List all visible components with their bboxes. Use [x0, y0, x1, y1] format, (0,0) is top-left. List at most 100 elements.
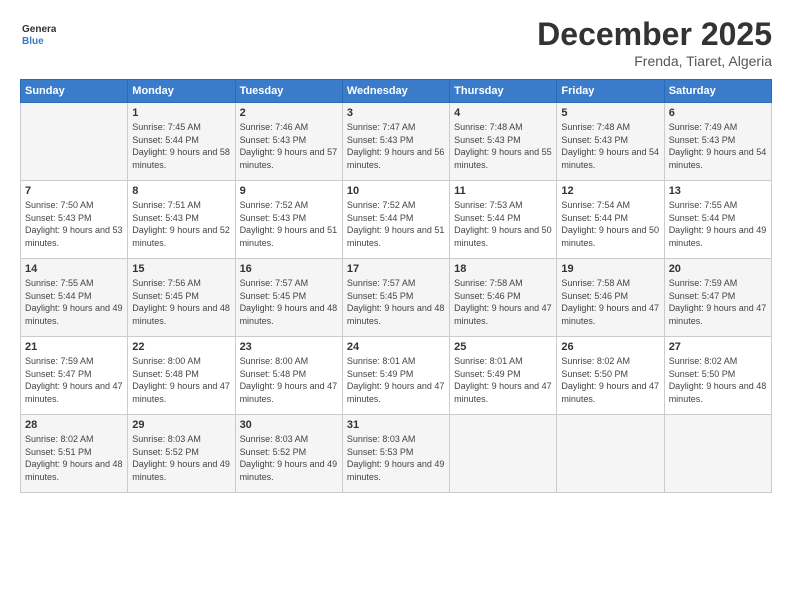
- calendar-cell: [21, 103, 128, 181]
- title-block: December 2025 Frenda, Tiaret, Algeria: [537, 16, 772, 69]
- sunrise: Sunrise: 8:02 AM: [561, 356, 630, 366]
- sunset: Sunset: 5:44 PM: [561, 213, 628, 223]
- sunset: Sunset: 5:47 PM: [669, 291, 736, 301]
- daylight: Daylight: 9 hours and 48 minutes.: [347, 303, 445, 326]
- cell-content: Sunrise: 8:00 AM Sunset: 5:48 PM Dayligh…: [132, 355, 230, 405]
- sunrise: Sunrise: 8:02 AM: [25, 434, 94, 444]
- day-number: 15: [132, 263, 230, 275]
- calendar-body: 1 Sunrise: 7:45 AM Sunset: 5:44 PM Dayli…: [21, 103, 772, 493]
- calendar-cell: 11 Sunrise: 7:53 AM Sunset: 5:44 PM Dayl…: [450, 181, 557, 259]
- sunset: Sunset: 5:43 PM: [240, 135, 307, 145]
- calendar-cell: 30 Sunrise: 8:03 AM Sunset: 5:52 PM Dayl…: [235, 415, 342, 493]
- day-number: 7: [25, 185, 123, 197]
- calendar-cell: 16 Sunrise: 7:57 AM Sunset: 5:45 PM Dayl…: [235, 259, 342, 337]
- sunrise: Sunrise: 8:00 AM: [132, 356, 201, 366]
- cell-content: Sunrise: 7:59 AM Sunset: 5:47 PM Dayligh…: [669, 277, 767, 327]
- daylight: Daylight: 9 hours and 47 minutes.: [454, 381, 552, 404]
- daylight: Daylight: 9 hours and 49 minutes.: [25, 303, 123, 326]
- daylight: Daylight: 9 hours and 47 minutes.: [347, 381, 445, 404]
- sunrise: Sunrise: 7:59 AM: [25, 356, 94, 366]
- page-container: General Blue December 2025 Frenda, Tiare…: [0, 0, 792, 612]
- daylight: Daylight: 9 hours and 54 minutes.: [669, 147, 767, 170]
- sunset: Sunset: 5:44 PM: [25, 291, 92, 301]
- calendar-cell: [557, 415, 664, 493]
- calendar-week-row: 14 Sunrise: 7:55 AM Sunset: 5:44 PM Dayl…: [21, 259, 772, 337]
- calendar-cell: 26 Sunrise: 8:02 AM Sunset: 5:50 PM Dayl…: [557, 337, 664, 415]
- sunrise: Sunrise: 8:01 AM: [347, 356, 416, 366]
- calendar-cell: 24 Sunrise: 8:01 AM Sunset: 5:49 PM Dayl…: [342, 337, 449, 415]
- day-number: 29: [132, 419, 230, 431]
- svg-text:Blue: Blue: [22, 36, 44, 47]
- daylight: Daylight: 9 hours and 48 minutes.: [25, 459, 123, 482]
- day-number: 30: [240, 419, 338, 431]
- sunrise: Sunrise: 8:02 AM: [669, 356, 738, 366]
- svg-text:General: General: [22, 24, 56, 35]
- sunrise: Sunrise: 7:45 AM: [132, 122, 201, 132]
- sunset: Sunset: 5:43 PM: [25, 213, 92, 223]
- cell-content: Sunrise: 7:45 AM Sunset: 5:44 PM Dayligh…: [132, 121, 230, 171]
- cell-content: Sunrise: 7:59 AM Sunset: 5:47 PM Dayligh…: [25, 355, 123, 405]
- calendar-cell: 14 Sunrise: 7:55 AM Sunset: 5:44 PM Dayl…: [21, 259, 128, 337]
- sunrise: Sunrise: 7:47 AM: [347, 122, 416, 132]
- sunset: Sunset: 5:44 PM: [454, 213, 521, 223]
- calendar-cell: 4 Sunrise: 7:48 AM Sunset: 5:43 PM Dayli…: [450, 103, 557, 181]
- day-number: 2: [240, 107, 338, 119]
- calendar-cell: 9 Sunrise: 7:52 AM Sunset: 5:43 PM Dayli…: [235, 181, 342, 259]
- day-number: 27: [669, 341, 767, 353]
- day-number: 13: [669, 185, 767, 197]
- day-number: 17: [347, 263, 445, 275]
- calendar-cell: 28 Sunrise: 8:02 AM Sunset: 5:51 PM Dayl…: [21, 415, 128, 493]
- sunrise: Sunrise: 7:58 AM: [454, 278, 523, 288]
- daylight: Daylight: 9 hours and 50 minutes.: [561, 225, 659, 248]
- sunrise: Sunrise: 8:03 AM: [132, 434, 201, 444]
- weekday-header: Friday: [557, 80, 664, 103]
- sunset: Sunset: 5:44 PM: [132, 135, 199, 145]
- cell-content: Sunrise: 7:50 AM Sunset: 5:43 PM Dayligh…: [25, 199, 123, 249]
- daylight: Daylight: 9 hours and 48 minutes.: [240, 303, 338, 326]
- sunset: Sunset: 5:50 PM: [561, 369, 628, 379]
- sunrise: Sunrise: 7:56 AM: [132, 278, 201, 288]
- calendar-cell: 20 Sunrise: 7:59 AM Sunset: 5:47 PM Dayl…: [664, 259, 771, 337]
- calendar-cell: 8 Sunrise: 7:51 AM Sunset: 5:43 PM Dayli…: [128, 181, 235, 259]
- sunset: Sunset: 5:46 PM: [454, 291, 521, 301]
- month-title: December 2025: [537, 16, 772, 53]
- day-number: 6: [669, 107, 767, 119]
- daylight: Daylight: 9 hours and 47 minutes.: [561, 303, 659, 326]
- calendar-cell: 31 Sunrise: 8:03 AM Sunset: 5:53 PM Dayl…: [342, 415, 449, 493]
- cell-content: Sunrise: 8:03 AM Sunset: 5:52 PM Dayligh…: [240, 433, 338, 483]
- calendar-cell: 27 Sunrise: 8:02 AM Sunset: 5:50 PM Dayl…: [664, 337, 771, 415]
- day-number: 11: [454, 185, 552, 197]
- daylight: Daylight: 9 hours and 49 minutes.: [347, 459, 445, 482]
- calendar-cell: 2 Sunrise: 7:46 AM Sunset: 5:43 PM Dayli…: [235, 103, 342, 181]
- sunset: Sunset: 5:45 PM: [347, 291, 414, 301]
- daylight: Daylight: 9 hours and 48 minutes.: [669, 381, 767, 404]
- cell-content: Sunrise: 7:48 AM Sunset: 5:43 PM Dayligh…: [454, 121, 552, 171]
- calendar-week-row: 28 Sunrise: 8:02 AM Sunset: 5:51 PM Dayl…: [21, 415, 772, 493]
- sunset: Sunset: 5:43 PM: [240, 213, 307, 223]
- sunrise: Sunrise: 7:51 AM: [132, 200, 201, 210]
- sunset: Sunset: 5:43 PM: [132, 213, 199, 223]
- day-number: 16: [240, 263, 338, 275]
- cell-content: Sunrise: 7:54 AM Sunset: 5:44 PM Dayligh…: [561, 199, 659, 249]
- calendar-cell: 22 Sunrise: 8:00 AM Sunset: 5:48 PM Dayl…: [128, 337, 235, 415]
- sunset: Sunset: 5:52 PM: [240, 447, 307, 457]
- calendar-cell: 10 Sunrise: 7:52 AM Sunset: 5:44 PM Dayl…: [342, 181, 449, 259]
- sunset: Sunset: 5:49 PM: [347, 369, 414, 379]
- sunset: Sunset: 5:50 PM: [669, 369, 736, 379]
- day-number: 20: [669, 263, 767, 275]
- cell-content: Sunrise: 8:03 AM Sunset: 5:52 PM Dayligh…: [132, 433, 230, 483]
- sunrise: Sunrise: 7:53 AM: [454, 200, 523, 210]
- sunset: Sunset: 5:43 PM: [561, 135, 628, 145]
- sunrise: Sunrise: 7:54 AM: [561, 200, 630, 210]
- sunrise: Sunrise: 8:03 AM: [240, 434, 309, 444]
- daylight: Daylight: 9 hours and 48 minutes.: [132, 303, 230, 326]
- sunset: Sunset: 5:45 PM: [132, 291, 199, 301]
- cell-content: Sunrise: 7:57 AM Sunset: 5:45 PM Dayligh…: [347, 277, 445, 327]
- daylight: Daylight: 9 hours and 47 minutes.: [454, 303, 552, 326]
- calendar-week-row: 21 Sunrise: 7:59 AM Sunset: 5:47 PM Dayl…: [21, 337, 772, 415]
- sunset: Sunset: 5:48 PM: [132, 369, 199, 379]
- sunset: Sunset: 5:49 PM: [454, 369, 521, 379]
- sunset: Sunset: 5:53 PM: [347, 447, 414, 457]
- calendar-cell: 15 Sunrise: 7:56 AM Sunset: 5:45 PM Dayl…: [128, 259, 235, 337]
- calendar-cell: 5 Sunrise: 7:48 AM Sunset: 5:43 PM Dayli…: [557, 103, 664, 181]
